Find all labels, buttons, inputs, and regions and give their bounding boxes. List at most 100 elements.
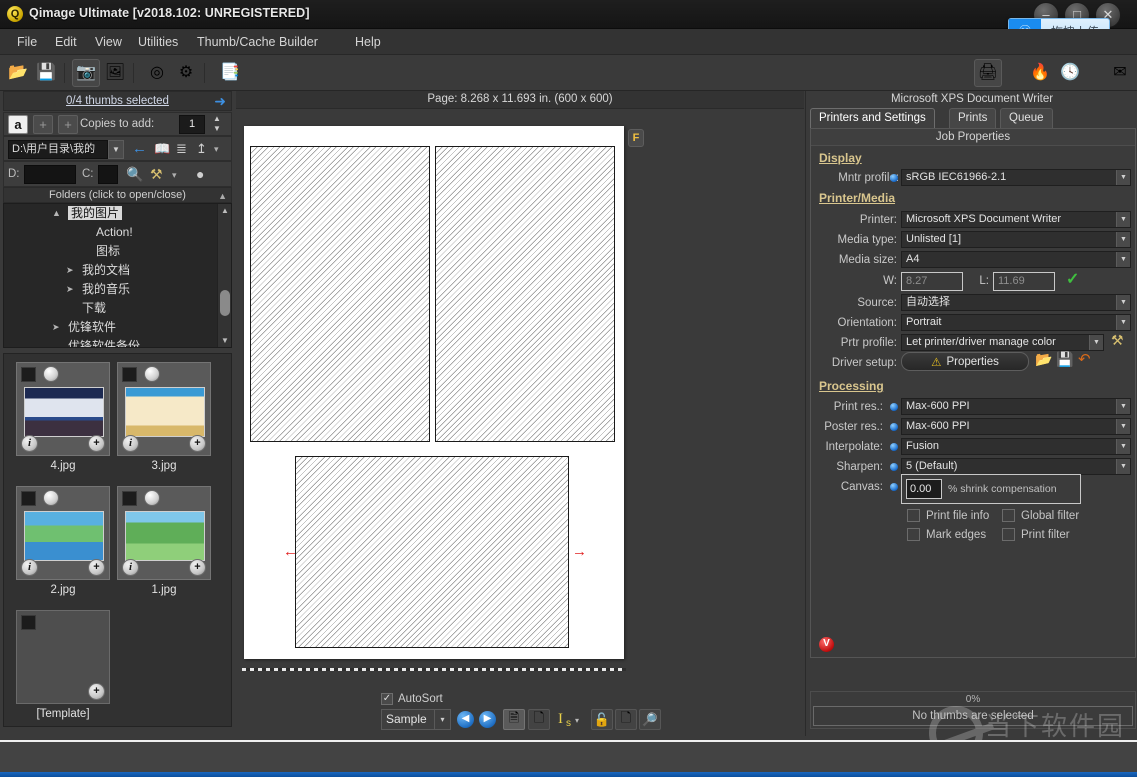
folders-header[interactable]: Folders (click to open/close) ▲ (3, 187, 232, 203)
thumbnail-add-icon[interactable]: + (189, 559, 206, 576)
text-tool-sub[interactable]: s (566, 718, 571, 729)
next-page-button[interactable]: ▶ (479, 711, 496, 728)
prtr-profile-tools-icon[interactable]: ⚒ (1111, 332, 1124, 349)
thumbnail-preview[interactable]: i + (16, 362, 110, 456)
help-dot-icon[interactable] (890, 483, 898, 491)
thumbnail-cell[interactable]: i +1.jpg (117, 486, 211, 596)
chevron-down-icon[interactable]: ▼ (1116, 212, 1130, 227)
batch-images-icon[interactable]: 🖼 (101, 59, 129, 87)
chevron-down-icon[interactable]: ▼ (1116, 459, 1130, 474)
thumbnail-info-icon[interactable]: i (21, 559, 38, 576)
global-filter-checkbox[interactable]: Global filter (1002, 509, 1079, 522)
thumbnail-status-icon[interactable] (144, 490, 160, 506)
menu-item-thumb-cache-builder[interactable]: Thumb/Cache Builder (190, 33, 325, 51)
copies-stepper[interactable]: ▲ ▼ (210, 114, 224, 135)
thumbnail-select-checkbox[interactable] (21, 367, 36, 382)
new-page-button[interactable]: 🗋 (615, 709, 637, 730)
thumbnail-add-icon[interactable]: + (88, 559, 105, 576)
thumbnail-cell[interactable]: + [Template] (16, 610, 110, 720)
folder-tree-item[interactable]: Action! (4, 223, 231, 242)
chevron-down-icon[interactable]: ▼ (1089, 335, 1103, 350)
folder-tree-item[interactable]: 下载 (4, 299, 231, 318)
drive-c-field[interactable] (98, 165, 118, 184)
sharpen-select[interactable]: 5 (Default) ▼ (901, 458, 1131, 475)
chevron-down-icon[interactable]: ▼ (1116, 439, 1130, 454)
thumbnail-add-icon[interactable]: + (88, 435, 105, 452)
thumbnail-info-icon[interactable]: i (122, 435, 139, 452)
chevron-down-icon[interactable]: ▼ (1116, 399, 1130, 414)
print-res-select[interactable]: Max-600 PPI ▼ (901, 398, 1131, 415)
thumbnail-add-icon[interactable]: + (88, 683, 105, 700)
thumbnail-grid[interactable]: i +4.jpg i +3.jpg i +2.jpg i +1.jpg + [Template] (3, 353, 232, 727)
length-input[interactable]: 11.69 (993, 272, 1055, 291)
help-dot-icon[interactable] (890, 174, 898, 182)
prtr-profile-select[interactable]: Let printer/driver manage color ▼ (901, 334, 1104, 351)
tab-prints[interactable]: Prints (949, 108, 997, 128)
thumbnail-preview[interactable]: i + (117, 486, 211, 580)
add-all-button[interactable]: + (58, 115, 78, 134)
orientation-select[interactable]: Portrait ▼ (901, 314, 1131, 331)
open-folder-icon[interactable]: 📂 (4, 59, 32, 87)
thumbnail-select-checkbox[interactable] (21, 615, 36, 630)
folder-tree-item[interactable]: ➤ 我的文档 (4, 261, 231, 280)
back-arrow-icon[interactable]: ← (132, 141, 147, 157)
zoom-preview-button[interactable]: 🔎 (639, 709, 661, 730)
thumbnail-preview[interactable]: i + (16, 486, 110, 580)
folder-tree-item[interactable]: 优锋软件备份 (4, 337, 231, 347)
thumbnail-preview[interactable]: + (16, 610, 110, 704)
flame-icon[interactable]: 🔥 (1026, 59, 1054, 87)
chevron-down-icon[interactable]: ▼ (1116, 315, 1130, 330)
thumbnail-info-icon[interactable]: i (122, 559, 139, 576)
thumbnail-select-checkbox[interactable] (21, 491, 36, 506)
interpolate-select[interactable]: Fusion ▼ (901, 438, 1131, 455)
autosort-checkbox[interactable]: ✓ AutoSort (381, 691, 443, 707)
auto-add-button[interactable]: a (8, 115, 28, 134)
sort-list-icon[interactable]: ≣ (176, 141, 187, 157)
text-tool-arrow[interactable]: ▾ (575, 716, 579, 725)
thumbnail-status-icon[interactable] (144, 366, 160, 382)
width-input[interactable]: 8.27 (901, 272, 963, 291)
media-type-select[interactable]: Unlisted [1] ▼ (901, 231, 1131, 248)
help-dot-icon[interactable] (890, 443, 898, 451)
poster-res-select[interactable]: Max-600 PPI ▼ (901, 418, 1131, 435)
thumbnail-cell[interactable]: i +3.jpg (117, 362, 211, 472)
print-file-info-checkbox[interactable]: Print file info (907, 509, 989, 522)
fit-badge[interactable]: F (628, 129, 644, 147)
print-cell-1[interactable] (250, 146, 430, 442)
printer-select[interactable]: Microsoft XPS Document Writer ▼ (901, 211, 1131, 228)
menu-item-view[interactable]: View (88, 33, 129, 51)
folder-tree-item[interactable]: ➤ 我的音乐 (4, 280, 231, 299)
sample-select[interactable]: Sample ▾ (381, 709, 451, 730)
book-view-icon[interactable]: 📖 (154, 141, 170, 157)
tools-icon[interactable]: ⚒ (150, 166, 163, 183)
mntr-profile-select[interactable]: sRGB IEC61966-2.1 ▼ (901, 169, 1131, 186)
add-copy-button[interactable]: + (33, 115, 53, 134)
driver-properties-button[interactable]: ⚠ Properties (901, 352, 1029, 371)
forward-arrow-icon[interactable]: ➜ (214, 94, 226, 108)
chevron-down-icon[interactable]: ▼ (1116, 252, 1130, 267)
tab-printers-and-settings[interactable]: Printers and Settings (810, 108, 935, 128)
save-settings-icon[interactable]: 💾 (1056, 351, 1073, 368)
media-size-select[interactable]: A4 ▼ (901, 251, 1131, 268)
folder-tree-item[interactable]: ➤ 优锋软件 (4, 318, 231, 337)
mark-edges-checkbox[interactable]: Mark edges (907, 528, 986, 541)
thumbnail-select-checkbox[interactable] (122, 367, 137, 382)
chevron-down-icon[interactable]: ▼ (1116, 295, 1130, 310)
list-view-icon[interactable]: 📑 (216, 59, 244, 87)
text-tool-button[interactable]: I (558, 711, 563, 728)
thumbnail-add-icon[interactable]: + (189, 435, 206, 452)
print-filter-checkbox[interactable]: Print filter (1002, 528, 1070, 541)
save-icon[interactable]: 💾 (32, 59, 60, 87)
menu-item-utilities[interactable]: Utilities (131, 33, 185, 51)
chevron-down-icon[interactable]: ▾ (434, 710, 450, 729)
thumbnail-select-checkbox[interactable] (122, 491, 137, 506)
camera-icon[interactable]: 📷 (72, 59, 100, 87)
chevron-down-icon[interactable]: ▾ (214, 143, 219, 155)
thumbnail-status-icon[interactable] (43, 490, 59, 506)
add-folder-icon[interactable]: ↥ (196, 141, 207, 157)
thumbnail-preview[interactable]: i + (117, 362, 211, 456)
print-cell-3[interactable] (295, 456, 569, 648)
printer-icon[interactable]: 🖨 (974, 59, 1002, 87)
help-dot-icon[interactable] (890, 463, 898, 471)
canvas-shrink-input[interactable]: 0.00 (906, 479, 942, 499)
